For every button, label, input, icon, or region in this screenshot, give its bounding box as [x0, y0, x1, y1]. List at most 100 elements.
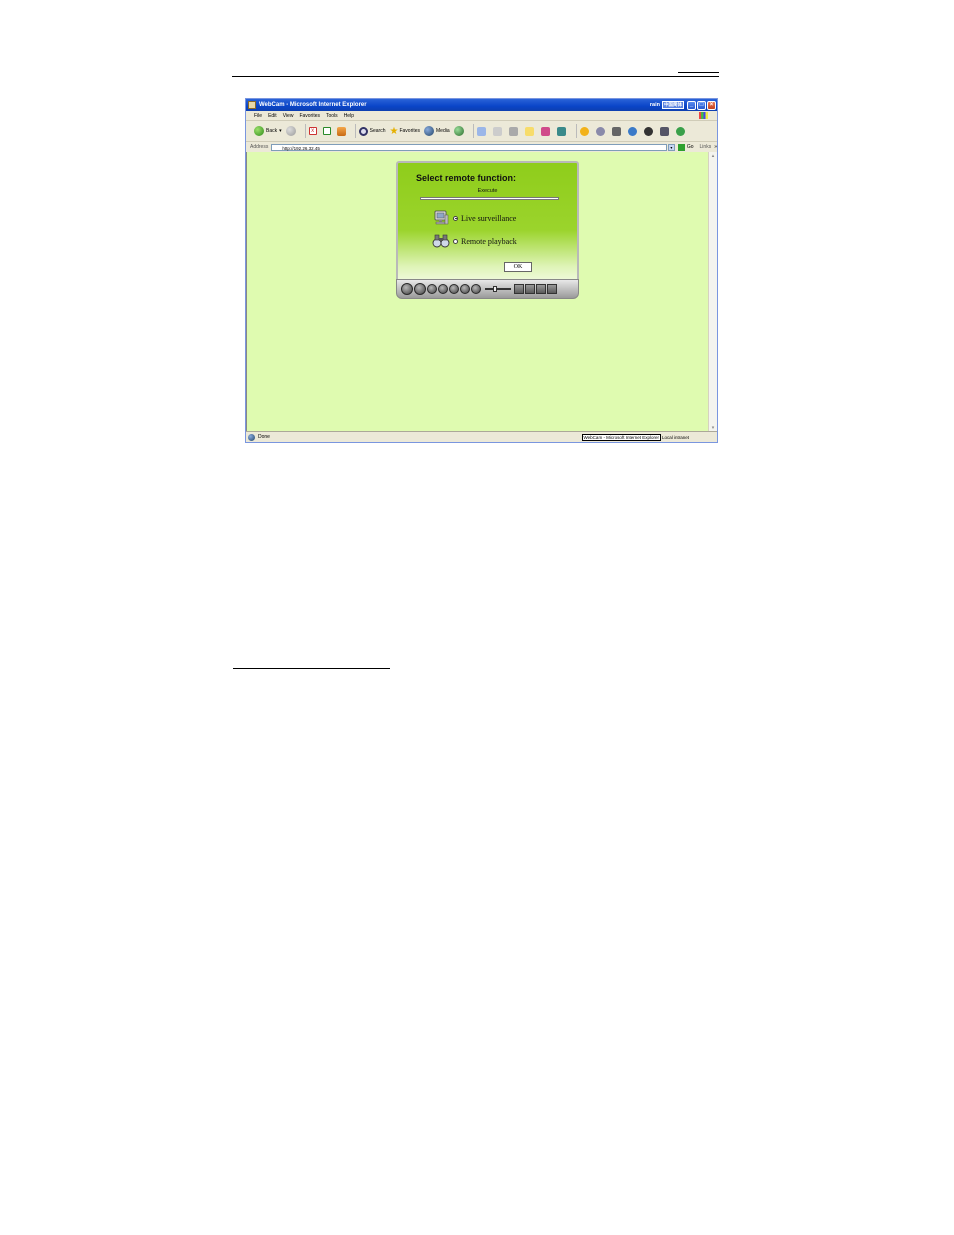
menu-edit[interactable]: Edit	[268, 113, 277, 119]
links-button[interactable]: Links	[700, 144, 712, 150]
forward-arrow-icon	[285, 126, 296, 136]
menu-file[interactable]: File	[254, 113, 262, 119]
windows-logo-icon	[699, 112, 708, 119]
gear-icon	[595, 126, 605, 136]
option-label: Live surveillance	[461, 213, 517, 223]
title-bar[interactable]: WebCam - Microsoft Internet Explorer rai…	[246, 99, 717, 111]
layout-1-button[interactable]	[514, 284, 524, 294]
volume-slider-handle[interactable]	[493, 286, 497, 292]
fullscreen-button[interactable]	[547, 284, 557, 294]
radio-remote-playback[interactable]	[453, 238, 458, 244]
back-button[interactable]: Back ▾	[254, 126, 282, 136]
qq-button[interactable]	[643, 126, 656, 136]
book-icon	[659, 126, 669, 136]
section-rule	[233, 668, 390, 669]
media-icon	[424, 126, 435, 136]
messenger-button[interactable]	[556, 126, 569, 136]
option-label: Remote playback	[461, 236, 517, 246]
edit-icon	[508, 126, 518, 136]
progress-bar	[420, 197, 559, 200]
book-button[interactable]	[659, 126, 672, 136]
forward-button[interactable]	[285, 126, 298, 136]
stop-icon: x	[308, 127, 317, 135]
globe-button[interactable]	[627, 126, 640, 136]
minimize-button[interactable]: _	[687, 100, 696, 110]
search-button[interactable]: Search	[358, 126, 386, 136]
stop-playback-button[interactable]	[427, 284, 437, 294]
panel-title: Select remote function:	[416, 173, 517, 183]
snapshot-button[interactable]	[460, 284, 470, 294]
messenger-icon	[556, 126, 566, 136]
menu-bar: File Edit View Favorites Tools Help	[246, 111, 717, 121]
language-badge[interactable]: 中国简体	[662, 101, 684, 109]
refresh-icon	[322, 127, 331, 135]
browser-window: WebCam - Microsoft Internet Explorer rai…	[245, 98, 718, 443]
monitor-icon	[434, 210, 449, 225]
notes-button[interactable]	[524, 126, 537, 136]
page-viewport: Select remote function: Execute Live sur…	[246, 152, 709, 432]
user-name: rain	[649, 102, 660, 108]
back-dropdown-icon[interactable]: ▾	[279, 128, 282, 134]
favorites-star-icon: ★	[389, 125, 399, 137]
binoculars-icon	[432, 234, 450, 248]
toolbar-overflow-icon[interactable]: »	[714, 144, 717, 150]
ok-button[interactable]: OK	[504, 262, 532, 272]
rewind-button[interactable]	[438, 284, 448, 294]
search-label: Search	[369, 128, 386, 134]
settings-button[interactable]	[595, 126, 608, 136]
go-label: Go	[686, 144, 694, 150]
globe-icon	[627, 126, 637, 136]
panel-status: Execute	[477, 188, 498, 194]
audio-button[interactable]	[471, 284, 481, 294]
header-rule	[232, 76, 719, 77]
menu-tools[interactable]: Tools	[326, 113, 338, 119]
tools-button[interactable]	[611, 126, 624, 136]
penguin-icon	[643, 126, 653, 136]
media-label: Media	[436, 128, 450, 134]
status-text: Done	[258, 434, 270, 440]
address-dropdown-icon[interactable]: ▾	[667, 143, 675, 151]
layout-9-button[interactable]	[536, 284, 546, 294]
record-button[interactable]	[401, 283, 413, 295]
address-input[interactable]: http://192.26.32.45	[271, 143, 667, 151]
taskbar-tooltip: WebCam - Microsoft Internet Explorer	[581, 433, 661, 441]
notes-icon	[524, 126, 534, 136]
progress-fill	[421, 198, 558, 199]
home-button[interactable]	[336, 126, 348, 136]
smiley-button[interactable]	[579, 126, 592, 136]
print-button[interactable]	[492, 126, 505, 136]
clover-button[interactable]	[675, 126, 688, 136]
fast-forward-button[interactable]	[449, 284, 459, 294]
close-button[interactable]: ×	[707, 100, 716, 110]
security-zone: Local intranet	[661, 434, 689, 440]
shield-button[interactable]	[540, 126, 553, 136]
header-rule-short	[678, 72, 719, 73]
print-icon	[492, 126, 502, 136]
menu-favorites[interactable]: Favorites	[299, 113, 320, 119]
history-button[interactable]	[453, 126, 466, 136]
toolbar-separator	[354, 124, 356, 138]
play-button[interactable]	[414, 283, 426, 295]
media-button[interactable]: Media	[424, 126, 450, 136]
favorites-button[interactable]: ★ Favorites	[389, 126, 420, 137]
refresh-button[interactable]	[322, 127, 333, 135]
shield-icon	[540, 126, 550, 136]
menu-help[interactable]: Help	[344, 113, 354, 119]
maximize-button[interactable]: □	[697, 100, 706, 110]
volume-slider[interactable]	[485, 286, 511, 292]
smiley-icon	[579, 126, 589, 136]
stop-button[interactable]: x	[308, 127, 319, 135]
vertical-scrollbar[interactable]: ▴ ▾	[708, 152, 717, 432]
go-button[interactable]: Go	[677, 143, 694, 151]
back-arrow-icon	[254, 126, 264, 136]
menu-view[interactable]: View	[283, 113, 294, 119]
option-remote-playback[interactable]: Remote playback	[432, 232, 517, 250]
search-icon	[358, 126, 368, 136]
mail-button[interactable]	[476, 126, 489, 136]
option-live-surveillance[interactable]: Live surveillance	[432, 209, 516, 227]
layout-4-button[interactable]	[525, 284, 535, 294]
scroll-up-icon[interactable]: ▴	[709, 152, 717, 160]
radio-live-surveillance[interactable]	[453, 215, 458, 221]
edit-button[interactable]	[508, 126, 521, 136]
tools-icon	[611, 126, 621, 136]
